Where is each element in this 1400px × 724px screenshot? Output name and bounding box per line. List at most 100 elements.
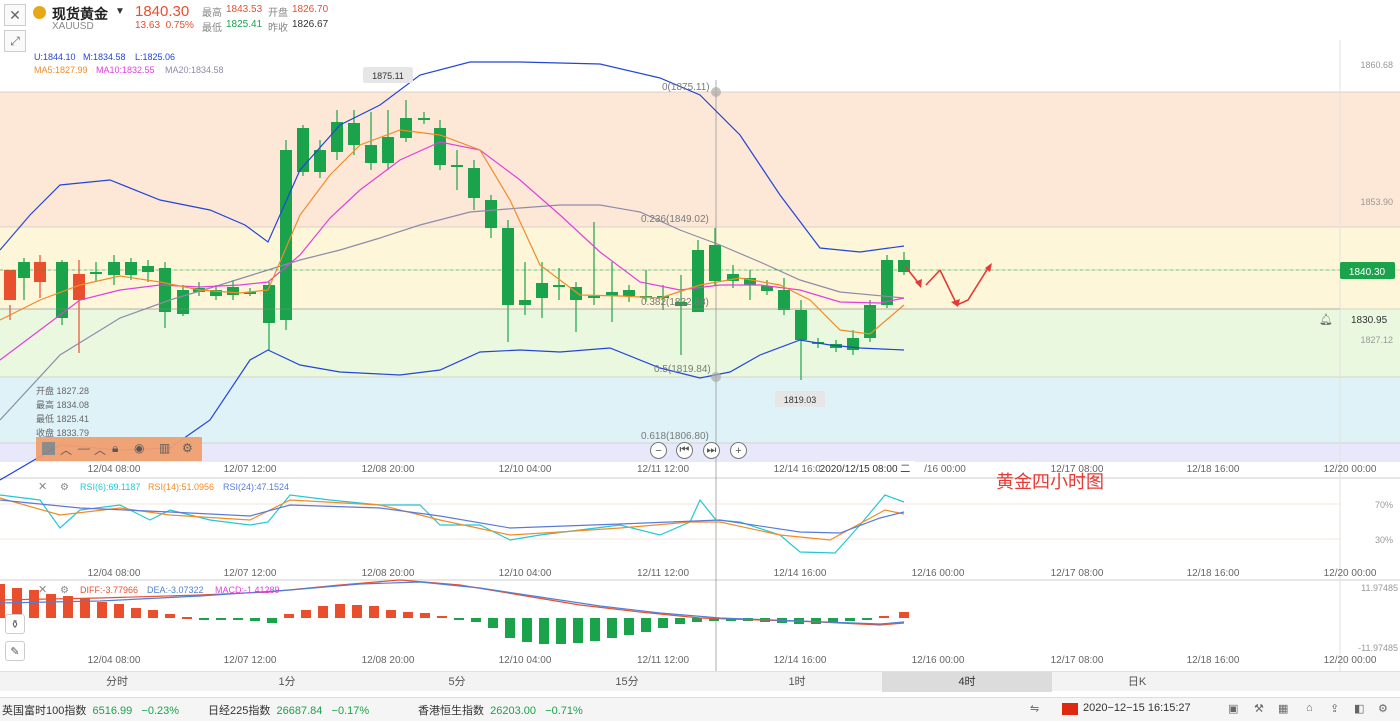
macd-bar [675,618,685,624]
ohlc-readout: 开盘 1827.28 [36,385,89,396]
prev-close-value: 1826.67 [292,19,329,30]
candle-body [451,165,463,167]
fib-level-label: 0(1875.11) [662,82,710,93]
timeframe-tab[interactable]: 1时 [712,672,882,692]
chart-stage[interactable]: U:1844.10 M:1834.58 L:1825.06 MA5:1827.99 MA… [0,0,1400,721]
macd-bar [845,618,855,621]
macd-bar [641,618,651,632]
candle-body [331,122,343,152]
zoom-out-icon[interactable]: − [650,442,667,459]
candle-body [108,262,120,275]
boll-mid-label: M:1834.58 [83,52,126,62]
time-axis-label: 12/10 04:00 [499,464,552,475]
drawing-toolbar: ︿ — ︿ 🔒︎ ◉ ▥ ⚙ [36,437,202,461]
timeframe-tab[interactable]: 5分 [372,672,542,692]
candle-body [536,283,548,298]
fib-level-label: 0.236(1849.02) [641,214,709,225]
index-nikkei[interactable]: 日经225指数 26687.84 −0.17% [208,702,369,718]
layout-icon[interactable]: ▦ [1278,702,1288,715]
candle-body [159,268,171,312]
ma5-label: MA5:1827.99 [34,65,88,75]
macd-time-label: 12/04 08:00 [88,655,141,666]
line-width-icon[interactable]: — [78,441,90,455]
timeframe-tab[interactable]: 15分 [542,672,712,692]
candle-body [314,150,326,172]
rsi-time-label: 12/14 16:00 [774,568,827,579]
scroll-right-icon[interactable]: ⏭ [703,442,720,459]
eye-icon[interactable]: ◉ [134,441,144,455]
color-swatch[interactable] [42,442,55,455]
macd-bar [46,594,56,618]
macd-bar [488,618,498,628]
macd-bar [250,618,260,621]
macd-bar [590,618,600,641]
chevron-down-icon[interactable]: ▼ [115,6,125,17]
high-value: 1843.53 [226,4,263,15]
time-axis-label: 12/07 12:00 [224,464,277,475]
macd-diff-label: DIFF:-3.77966 [80,585,138,595]
lock-icon[interactable]: 🔒︎ [112,441,118,456]
rsi-time-label: 12/18 16:00 [1187,568,1240,579]
macd-settings-icon: ⚙ [60,585,69,596]
trash-icon[interactable]: ▥ [159,441,170,455]
macd-bar [471,618,481,622]
gear-icon[interactable]: ⚙ [1378,702,1388,715]
timeframe-tab[interactable]: 日K [1052,672,1222,692]
macd-bar [454,618,464,620]
alert-bell-icon: 🔔︎ [1319,313,1333,326]
indicator-icon[interactable]: ⚱ [5,614,25,634]
macd-bar [267,618,277,623]
macd-bar [403,612,413,618]
macd-bar [369,606,379,618]
macd-bar [318,606,328,618]
macd-bar [862,618,872,620]
macd-bar [624,618,634,635]
rsi-close-icon: ✕ [38,481,47,493]
settings-icon[interactable]: ⚙ [182,441,193,455]
share-icon[interactable]: ⇪ [1330,702,1339,715]
candle-body [418,118,430,120]
rsi24-label: RSI(24):47.1524 [223,482,289,492]
macd-time-label: 12/17 08:00 [1051,655,1104,666]
candle-body [4,270,16,300]
macd-time-label: 12/14 16:00 [774,655,827,666]
zoom-in-icon[interactable]: + [730,442,747,459]
fib-handle [711,372,721,382]
high-label: 最高 [202,8,222,19]
ohlc-readout: 最低 1825.41 [36,413,89,424]
timeframe-tab[interactable]: 4时 [882,672,1052,692]
fib-handle [711,87,721,97]
rsi-axis-tick: 70% [1375,500,1393,510]
rsi-time-label: 12/10 04:00 [499,568,552,579]
line-type-icon[interactable]: ︿ [94,441,106,458]
chart-svg[interactable]: U:1844.10 M:1834.58 L:1825.06 MA5:1827.99 MA… [0,0,1400,721]
layers-icon[interactable]: ◧ [1354,702,1364,715]
scroll-left-icon[interactable]: ⏮ [676,442,693,459]
candle-body [434,128,446,165]
candle-body [623,290,635,296]
camera-icon[interactable]: ⌂ [1306,702,1313,714]
price-change: 13.63 0.75% [135,20,194,31]
macd-bar [899,612,909,618]
macd-bar [216,618,226,620]
timeframe-tab[interactable]: 1分 [202,672,372,692]
price-axis-tick: 1853.90 [1360,197,1393,207]
index-ftse[interactable]: 英国富时100指数 6516.99 −0.23% [2,702,179,718]
macd-bar [0,584,5,618]
candle-body [142,266,154,272]
draw-tool-icon[interactable]: ⤢ [4,30,26,52]
time-axis-label: 12/20 00:00 [1324,464,1377,475]
chart-annotation: 黄金四小时图 [996,472,1104,492]
pencil-icon[interactable]: ✎ [5,641,25,661]
line-style-icon[interactable]: ︿ [60,441,72,458]
time-axis-label: 12/08 20:00 [362,464,415,475]
candle-body [125,262,137,275]
timeframe-tab[interactable]: 分时 [32,672,202,692]
tools-icon[interactable]: ⚒ [1254,702,1264,715]
rsi24-line [0,499,905,534]
connection-icon[interactable]: ⇋ [1030,702,1039,715]
screenshot-icon[interactable]: ▣ [1228,702,1238,715]
index-hsi[interactable]: 香港恒生指数 26203.00 −0.71% [418,702,583,718]
close-icon[interactable]: ✕ [4,4,26,26]
open-label: 开盘 [268,8,288,19]
